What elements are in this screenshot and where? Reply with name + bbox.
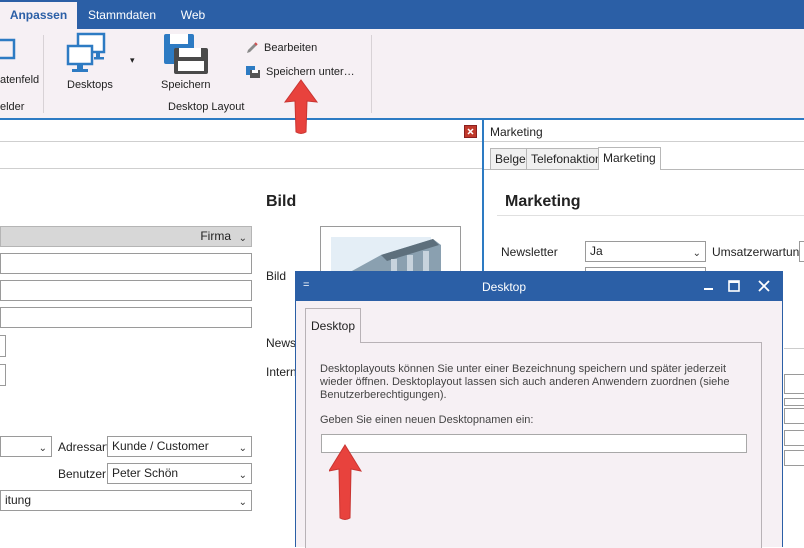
right-field-3[interactable] — [784, 408, 804, 424]
right-field-2[interactable] — [784, 398, 804, 406]
chevron-down-icon: ⌄ — [238, 443, 247, 454]
adressart-select[interactable]: Kunde / Customer ⌄ — [107, 436, 252, 457]
dialog-description: Desktoplayouts können Sie unter einer Be… — [320, 363, 730, 401]
name-field-3[interactable] — [0, 307, 252, 328]
dialog-tab-page: Desktoplayouts können Sie unter einer Be… — [305, 342, 762, 548]
desktops-label[interactable]: Desktops — [67, 79, 113, 91]
datenfeld-icon[interactable] — [0, 37, 18, 66]
benutzer-select[interactable]: Peter Schön ⌄ — [107, 463, 252, 484]
dialog-prompt: Geben Sie einen neuen Desktopnamen ein: — [320, 414, 534, 426]
benutzer-value: Peter Schön — [112, 466, 179, 480]
country-select[interactable]: ⌄ — [0, 436, 52, 457]
name-field-2[interactable] — [0, 280, 252, 301]
tab-stammdaten[interactable]: Stammdaten — [80, 0, 164, 29]
felder-group-label: elder — [0, 101, 25, 113]
datenfeld-label[interactable]: atenfeld — [0, 74, 39, 86]
firma-value: Firma — [200, 229, 231, 243]
right-divider — [784, 348, 804, 349]
name-field-1[interactable] — [0, 253, 252, 274]
tab-belge[interactable]: Belge — [490, 148, 531, 169]
tab-web[interactable]: Web — [170, 0, 216, 29]
right-panel-title: Marketing — [490, 125, 543, 139]
ribbon-tab-bar: Anpassen Stammdaten Web — [0, 0, 804, 29]
desktops-dropdown-icon[interactable]: ▾ — [130, 55, 135, 66]
speichern-label[interactable]: Speichern — [161, 79, 211, 91]
bild-heading: Bild — [266, 193, 297, 210]
adressart-value: Kunde / Customer — [112, 439, 209, 453]
heading-divider — [497, 215, 804, 216]
save-icon[interactable] — [162, 32, 208, 79]
right-field-1[interactable] — [784, 374, 804, 394]
desktops-icon[interactable] — [66, 32, 114, 79]
chevron-down-icon: ⌄ — [238, 497, 247, 508]
newsletter-select[interactable]: Ja ⌄ — [585, 241, 706, 262]
group-separator — [371, 35, 372, 113]
pencil-icon — [245, 41, 259, 58]
chevron-down-icon: ⌄ — [692, 248, 701, 259]
annotation-arrow-up-icon — [283, 79, 319, 134]
group-separator — [43, 35, 44, 113]
right-panel-header: Marketing — [484, 120, 804, 142]
desktop-layout-group-label: Desktop Layout — [168, 101, 245, 113]
tab-marketing[interactable]: Marketing — [598, 147, 661, 170]
marketing-heading: Marketing — [505, 193, 581, 210]
newsletter-value: Ja — [590, 244, 603, 258]
speichern-unter-label: Speichern unter… — [266, 66, 355, 78]
umsatzerwartung-field[interactable] — [799, 241, 804, 262]
newsletter-label: Newsletter — [501, 245, 558, 259]
bild-label: Bild — [266, 269, 287, 283]
bottom-value: itung — [5, 493, 32, 507]
minimize-icon[interactable] — [700, 280, 716, 294]
chevron-down-icon: ⌄ — [38, 443, 47, 454]
firma-select[interactable]: Firma ⌄ — [0, 226, 252, 247]
right-field-4[interactable] — [784, 430, 804, 446]
dialog-titlebar[interactable]: = Desktop — [296, 272, 782, 301]
benutzer-label: Benutzer — [58, 467, 107, 481]
tab-telefonaktion[interactable]: Telefonaktion — [526, 148, 607, 169]
annotation-arrow-up-icon — [329, 444, 363, 520]
umsatzerwartung-label: Umsatzerwartung — [712, 245, 804, 259]
newsl-label: Newsl — [266, 336, 299, 350]
left-panel-header — [0, 120, 482, 142]
bottom-select[interactable]: itung ⌄ — [0, 490, 252, 511]
close-icon[interactable] — [464, 125, 477, 138]
dialog-tab-desktop[interactable]: Desktop — [305, 308, 361, 343]
ribbon: atenfeld elder Desktops ▾ Speichern Bear… — [0, 29, 804, 119]
save-as-icon — [245, 65, 261, 82]
left-panel-subheader — [0, 143, 482, 169]
dialog-title: Desktop — [481, 280, 527, 294]
desktop-name-input[interactable] — [321, 434, 747, 453]
tab-anpassen[interactable]: Anpassen — [0, 0, 77, 29]
chevron-down-icon: ⌄ — [238, 233, 247, 244]
chevron-down-icon: ⌄ — [238, 470, 247, 481]
desktop-dialog: = Desktop Desktoplayouts können Sie unte… — [295, 271, 783, 548]
dialog-close-icon[interactable] — [756, 279, 772, 293]
company-image[interactable] — [320, 226, 461, 276]
adressart-label: Adressart — [58, 440, 110, 454]
right-field-5[interactable] — [784, 450, 804, 466]
small-field-2[interactable] — [0, 364, 6, 386]
maximize-icon[interactable] — [726, 279, 742, 293]
bearbeiten-label: Bearbeiten — [264, 42, 318, 54]
small-field-1[interactable] — [0, 335, 6, 357]
